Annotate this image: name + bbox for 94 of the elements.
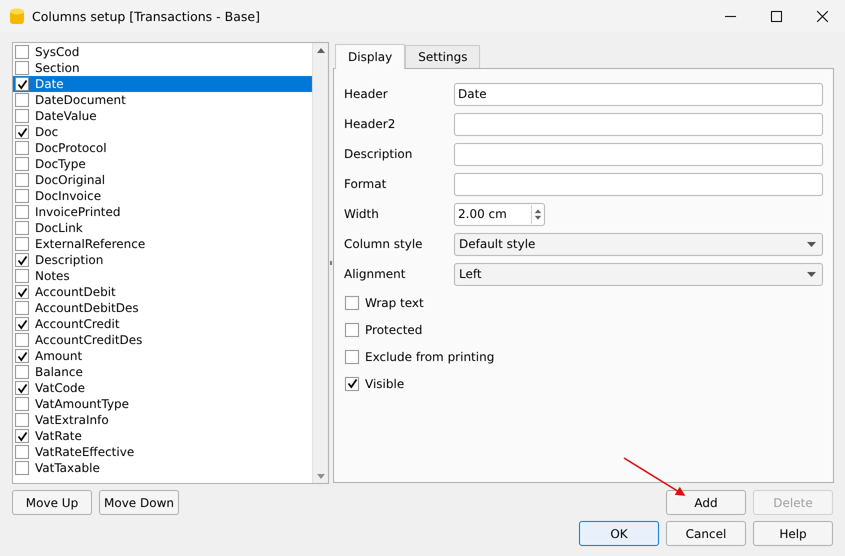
app-icon [10,8,24,24]
button[interactable]: Move Down [99,490,179,515]
list-item[interactable]: VatCode [29,380,312,396]
list-item[interactable]: InvoicePrinted [29,204,312,220]
checkbox[interactable] [15,77,29,91]
field-label: Header [344,87,389,101]
list-item[interactable]: VatExtraInfo [29,412,312,428]
scroll-down-icon[interactable] [316,474,324,478]
checkbox[interactable] [15,237,29,251]
list-item[interactable]: ExternalReference [29,236,312,252]
checkbox[interactable] [15,461,29,475]
checkbox[interactable] [15,109,29,123]
dropdown[interactable]: Default style [454,232,823,256]
list-item[interactable]: SysCod [29,44,312,60]
list-item[interactable]: DateDocument [29,92,312,108]
tab[interactable]: Display [335,44,406,69]
field-label: Alignment [344,267,406,281]
checkbox-label[interactable]: Exclude from printing [365,350,494,364]
checkbox-label[interactable]: Wrap text [365,296,424,310]
list-item[interactable]: Description [29,252,312,268]
list-item[interactable]: Notes [29,268,312,284]
checkbox[interactable] [15,61,29,75]
checkbox-label[interactable]: Visible [365,376,404,390]
checkbox-label[interactable]: Protected [365,322,422,336]
checkbox[interactable] [15,301,29,315]
list-item[interactable]: DocProtocol [29,140,312,156]
checkbox[interactable] [15,333,29,347]
caret-icon [807,272,816,276]
checkbox[interactable] [15,317,29,331]
list-item[interactable]: AccountDebit [29,284,312,300]
checkbox[interactable] [15,45,29,59]
input-field[interactable] [454,172,823,196]
list-item[interactable]: Balance [29,364,312,380]
checkbox[interactable] [15,349,29,363]
list-item[interactable]: DocLink [29,220,312,236]
list-item[interactable]: DocType [29,156,312,172]
list-item[interactable]: Amount [29,348,312,364]
checkbox[interactable] [15,173,29,187]
button[interactable]: Cancel [666,521,746,546]
field-label: Column style [344,237,424,251]
list-item[interactable]: AccountDebitDes [29,300,312,316]
checkbox[interactable] [15,157,29,171]
field-label: Description [344,147,414,161]
checkbox[interactable] [15,93,29,107]
checkbox[interactable] [15,221,29,235]
list-item[interactable]: VatRateEffective [29,444,312,460]
checkbox[interactable] [15,205,29,219]
list-item[interactable]: DocOriginal [29,172,312,188]
caret-icon [807,242,816,246]
list-item[interactable]: AccountCreditDes [29,332,312,348]
checkbox[interactable] [15,445,29,459]
tab[interactable]: Settings [405,45,480,68]
list-item[interactable]: DocInvoice [29,188,312,204]
checkbox[interactable] [15,269,29,283]
checkbox[interactable] [15,125,29,139]
list-item[interactable]: VatRate [29,428,312,444]
field-label: Header2 [344,117,396,131]
checkbox[interactable] [15,189,29,203]
checkbox[interactable] [15,365,29,379]
spin-box[interactable]: 2.00 cm [454,202,545,226]
spin-arrows-icon[interactable] [531,204,544,224]
input-field[interactable]: Date [454,82,823,106]
list-item[interactable]: VatTaxable [29,460,312,476]
checkbox[interactable] [345,376,359,390]
checkbox[interactable] [345,296,359,310]
button[interactable]: Help [753,521,833,546]
button[interactable]: Move Up [12,490,92,515]
maximize-icon [770,10,782,22]
checkbox[interactable] [15,381,29,395]
button[interactable]: OK [579,521,659,546]
scrollbar[interactable] [312,43,328,483]
list-item[interactable]: DateValue [29,108,312,124]
field-label: Format [344,177,388,191]
scroll-up-icon[interactable] [316,48,324,52]
button[interactable]: Add [666,490,746,515]
checkbox[interactable] [15,397,29,411]
close-icon [816,10,828,22]
checkbox[interactable] [15,285,29,299]
checkbox[interactable] [15,413,29,427]
window-title: Columns setup [Transactions - Base] [32,8,261,24]
checkbox[interactable] [15,429,29,443]
checkbox[interactable] [345,322,359,336]
list-item[interactable]: Section [29,60,312,76]
list-item[interactable]: VatAmountType [29,396,312,412]
checkbox[interactable] [15,253,29,267]
field-label: Width [344,207,380,221]
input-field[interactable] [454,112,823,136]
list-item[interactable]: Doc [29,124,312,140]
checkbox[interactable] [345,350,359,364]
dropdown[interactable]: Left [454,262,823,286]
input-field[interactable] [454,142,823,166]
checkbox[interactable] [15,141,29,155]
splitter-handle-icon[interactable] [330,261,332,265]
list-item[interactable]: AccountCredit [29,316,312,332]
